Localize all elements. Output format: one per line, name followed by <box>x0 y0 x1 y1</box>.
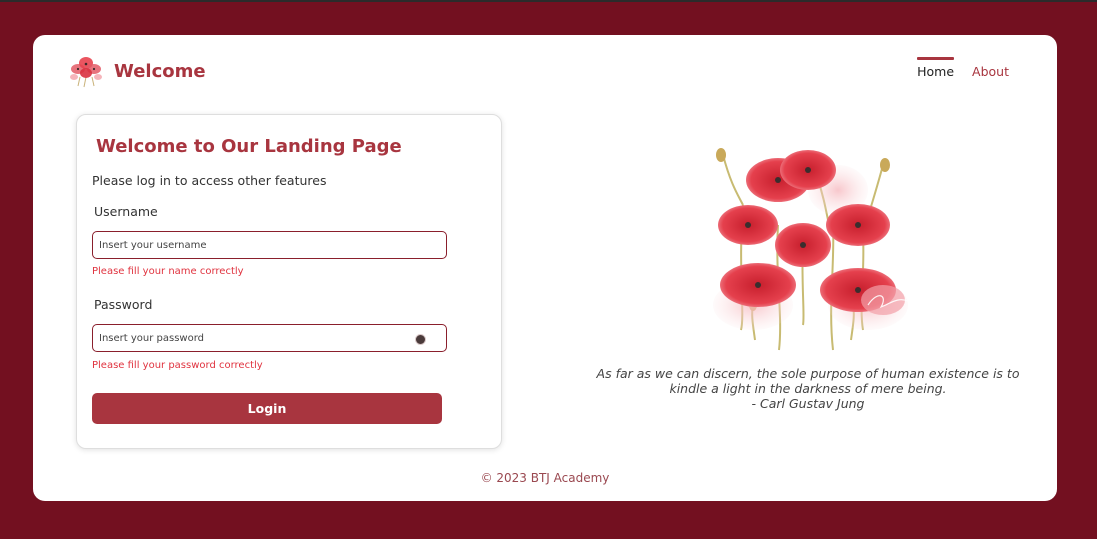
brand-title: Welcome <box>114 60 206 82</box>
login-subtitle: Please log in to access other features <box>92 173 327 188</box>
password-input[interactable] <box>92 324 447 352</box>
nav-about-link[interactable]: About <box>972 57 1009 79</box>
brand[interactable]: Welcome <box>68 53 206 89</box>
quote-block: As far as we can discern, the sole purpo… <box>593 366 1023 411</box>
quote-line-2: kindle a light in the darkness of mere b… <box>669 381 947 396</box>
login-form-card: Welcome to Our Landing Page Please log i… <box>76 114 502 449</box>
poppy-flower-icon <box>70 57 102 88</box>
login-title: Welcome to Our Landing Page <box>96 136 402 157</box>
top-nav: Home About <box>917 57 1009 79</box>
password-label: Password <box>94 297 153 312</box>
username-label: Username <box>94 204 158 219</box>
hero-illustration <box>683 125 923 355</box>
username-error: Please fill your name correctly <box>92 266 244 277</box>
login-button[interactable]: Login <box>92 393 442 424</box>
quote-line-1: As far as we can discern, the sole purpo… <box>596 366 1020 381</box>
window-top-border <box>0 0 1097 2</box>
footer-copyright: © 2023 BTJ Academy <box>480 471 610 485</box>
poppy-bouquet-illustration <box>713 148 909 351</box>
main-card: Welcome Home About Welcome to Our Landin… <box>33 35 1057 501</box>
nav-home-link[interactable]: Home <box>917 57 954 79</box>
quote-author: - Carl Gustav Jung <box>751 396 865 411</box>
username-input[interactable] <box>92 231 447 259</box>
eye-icon[interactable] <box>415 334 426 345</box>
password-error: Please fill your password correctly <box>92 360 263 371</box>
